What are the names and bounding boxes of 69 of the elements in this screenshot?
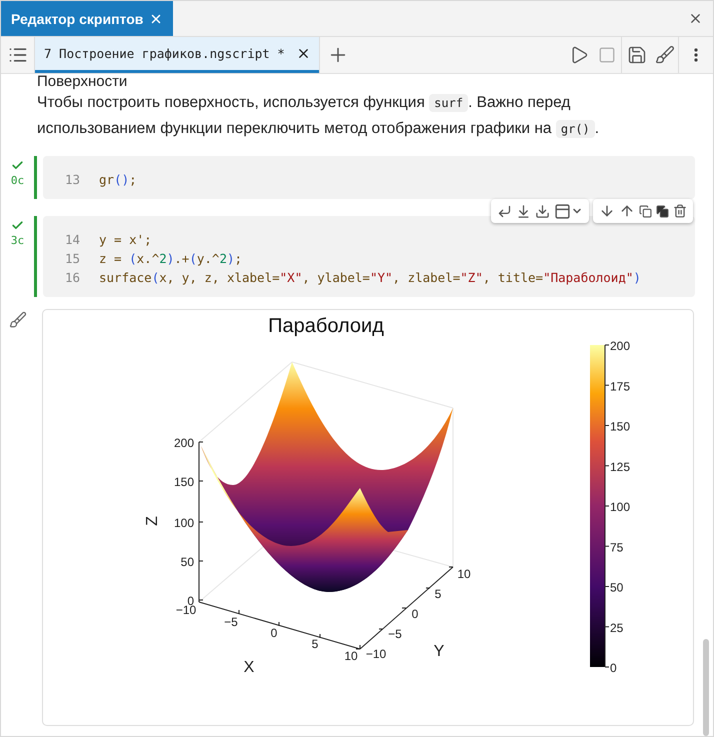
trash-icon (673, 204, 687, 218)
scrollbar[interactable] (703, 639, 709, 736)
colorbar-label: 0 (610, 661, 617, 675)
axis-label: Z (144, 516, 161, 526)
code-line: surface(x, y, z, xlabel="X", ylabel="Y", zlabel="Z", title="Параболоид") (99, 270, 641, 285)
code-cell[interactable]: 14 y = x'; 15 z = (x.^2).+(y.^2); 16 surface(x, y, z, xlabel="X", ylabel="Y", zlabel="Z", title="Параболоид") (43, 216, 695, 297)
delete-button[interactable] (673, 204, 687, 218)
section-heading: Поверхности (36, 74, 128, 90)
colorbar-label: 25 (610, 620, 624, 635)
arrow-to-line-icon (516, 204, 531, 218)
wrap-button[interactable] (497, 204, 512, 218)
brush-icon (8, 311, 26, 329)
window-tab[interactable]: Редактор скриптов (1, 1, 174, 36)
line-number: 13 (64, 172, 80, 187)
tick-label: 200 (174, 436, 194, 450)
close-icon (296, 46, 311, 61)
return-arrow-icon (497, 204, 512, 218)
line-number: 16 (64, 270, 80, 285)
file-tab-label: 7 Построение графиков.ngscript * (44, 46, 286, 61)
tick-label: 10 (344, 649, 358, 663)
code-line: y = x'; (99, 232, 152, 247)
copy-button[interactable] (639, 204, 652, 218)
colorbar-label: 100 (610, 500, 630, 514)
arrow-up-icon (619, 203, 635, 219)
colorbar-label: 50 (610, 580, 624, 594)
tick-label: 5 (434, 587, 442, 601)
colorbar-label: 75 (610, 540, 624, 554)
window-title: Редактор скриптов (11, 10, 144, 26)
tick-label: 10 (457, 567, 471, 581)
line-number: 15 (64, 251, 80, 266)
tick-label: −5 (388, 627, 402, 641)
arrow-down-icon (599, 203, 615, 219)
tick-label: 0 (270, 626, 278, 640)
duplicate-button[interactable] (656, 204, 669, 218)
download-button[interactable] (535, 204, 550, 218)
tick-label: −5 (224, 615, 238, 629)
code-line: gr(); (99, 172, 137, 187)
insert-below-button[interactable] (516, 204, 531, 218)
brush-icon (655, 45, 675, 65)
colorbar-label: 175 (610, 379, 630, 394)
save-icon (627, 45, 647, 65)
line-number: 14 (64, 232, 80, 247)
colorbar-label: 125 (610, 460, 630, 474)
tick-label: 5 (312, 637, 318, 651)
copy-filled-icon (656, 204, 669, 218)
plot-title: Параболоид (268, 315, 384, 337)
move-down-button[interactable] (599, 203, 615, 219)
axis-label: Y (434, 643, 444, 660)
copy-icon (639, 204, 652, 218)
code-cell[interactable]: 13 gr(); (43, 156, 695, 199)
more-icon (694, 48, 698, 62)
layout-dropdown-button[interactable] (554, 202, 583, 220)
code-line: z = (x.^2).+(y.^2); (99, 251, 242, 266)
tick-label: 50 (180, 555, 194, 569)
file-tab[interactable]: 7 Построение графиков.ngscript * (35, 37, 319, 73)
tick-label: −10 (366, 647, 386, 661)
panel-icon (554, 202, 571, 220)
stop-icon (598, 46, 616, 64)
move-up-button[interactable] (619, 203, 635, 219)
paragraph: Чтобы построить поверхность, используется функция surf . Важно перед использованием функции переключить метод отображения графики на gr() . (36, 93, 600, 140)
tick-label: 0 (412, 607, 418, 621)
tick-label: 100 (174, 516, 194, 530)
colorbar-label: 200 (610, 339, 630, 353)
colorbar-label: 150 (610, 420, 630, 434)
tick-label: 150 (174, 475, 194, 489)
axis-label: X (244, 659, 254, 676)
run-time: 0с (10, 174, 24, 187)
run-time: 3с (10, 234, 24, 247)
download-icon (535, 204, 550, 218)
